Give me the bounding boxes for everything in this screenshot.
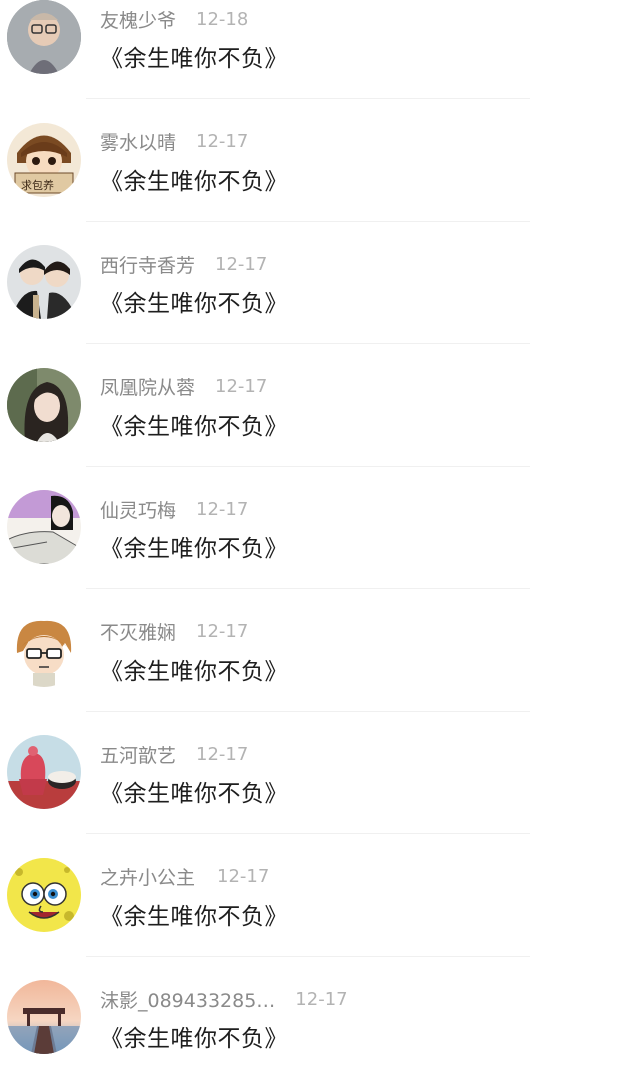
couple-photo-avatar-image [7,245,81,319]
avatar[interactable] [7,612,81,687]
comment-date: 12-18 [196,8,249,30]
comment-text: 《余生唯你不负》 [100,903,288,930]
boy-photo-avatar-image [7,0,81,74]
comment-text: 《余生唯你不负》 [100,46,288,72]
comic-figure-avatar-image [7,490,81,564]
username[interactable]: 凤凰院从蓉 [100,373,195,400]
comment-date: 12-17 [196,621,249,642]
username[interactable]: 友槐少爷 [100,6,176,33]
dessert-photo-avatar-image [7,735,81,809]
avatar[interactable] [7,367,81,442]
comment-text: 《余生唯你不负》 [100,413,288,440]
avatar[interactable] [7,0,81,74]
comment-item[interactable]: 求包养 雾水以晴 12-17 《余生唯你不负》 [0,100,640,223]
comment-meta: 五河歆艺 12-17 [100,741,248,767]
comment-date: 12-17 [196,498,249,520]
comment-meta: 友槐少爷 12-18 [100,6,248,32]
comment-date: 12-17 [215,253,268,275]
avatar[interactable] [7,735,81,809]
username[interactable]: 西行寺香芳 [100,251,195,278]
comment-item[interactable]: 仙灵巧梅 12-17 《余生唯你不负》 [0,467,640,590]
comment-item[interactable]: 不灭雅娴 12-17 《余生唯你不负》 [0,590,640,713]
comment-date: 12-17 [295,988,348,1010]
username[interactable]: 沫影_089433285… [100,986,275,1013]
comment-list: 友槐少爷 12-18 《余生唯你不负》 求包养 雾水以晴 12-17 《余生唯你… [0,0,640,1080]
comment-date: 12-17 [217,866,270,887]
avatar[interactable] [7,857,81,932]
sponge-cartoon-avatar-image [7,857,81,932]
comment-date: 12-17 [196,131,249,152]
comment-meta: 西行寺香芳 12-17 [100,251,267,277]
username[interactable]: 仙灵巧梅 [100,496,176,523]
comment-item[interactable]: 沫影_089433285… 12-17 《余生唯你不负》 [0,957,640,1080]
comment-item[interactable]: 五河歆艺 12-17 《余生唯你不负》 [0,712,640,835]
comment-text: 《余生唯你不负》 [100,1026,288,1052]
comment-text: 《余生唯你不负》 [100,291,288,317]
comment-meta: 之卉小公主 12-17 [100,864,269,890]
comment-text: 《余生唯你不负》 [100,168,288,195]
comment-meta: 仙灵巧梅 12-17 [100,496,248,522]
avatar[interactable] [7,980,81,1054]
comment-date: 12-17 [196,743,249,765]
comment-item[interactable]: 西行寺香芳 12-17 《余生唯你不负》 [0,222,640,345]
comment-meta: 雾水以晴 12-17 [100,129,248,155]
pier-sunset-avatar-image [7,980,81,1054]
comment-meta: 凤凰院从蓉 12-17 [100,374,267,400]
avatar[interactable]: 求包养 [7,122,81,197]
avatar[interactable] [7,245,81,319]
comment-meta: 沫影_089433285… 12-17 [100,986,348,1012]
username[interactable]: 五河歆艺 [100,741,176,768]
comment-meta: 不灭雅娴 12-17 [100,619,248,645]
comment-item[interactable]: 友槐少爷 12-18 《余生唯你不负》 [0,0,640,100]
cartoon-sign-avatar-image: 求包养 [7,122,81,197]
username[interactable]: 不灭雅娴 [100,618,176,645]
girl-photo-avatar-image [7,367,81,442]
avatar[interactable] [7,490,81,564]
svg-text:求包养: 求包养 [21,178,54,192]
anime-glasses-avatar-image [7,612,81,687]
comment-date: 12-17 [215,376,268,397]
comment-text: 《余生唯你不负》 [100,781,288,807]
comment-item[interactable]: 之卉小公主 12-17 《余生唯你不负》 [0,835,640,958]
comment-text: 《余生唯你不负》 [100,536,288,562]
username[interactable]: 雾水以晴 [100,128,176,155]
comment-text: 《余生唯你不负》 [100,658,288,685]
username[interactable]: 之卉小公主 [100,863,195,890]
comment-item[interactable]: 凤凰院从蓉 12-17 《余生唯你不负》 [0,345,640,468]
